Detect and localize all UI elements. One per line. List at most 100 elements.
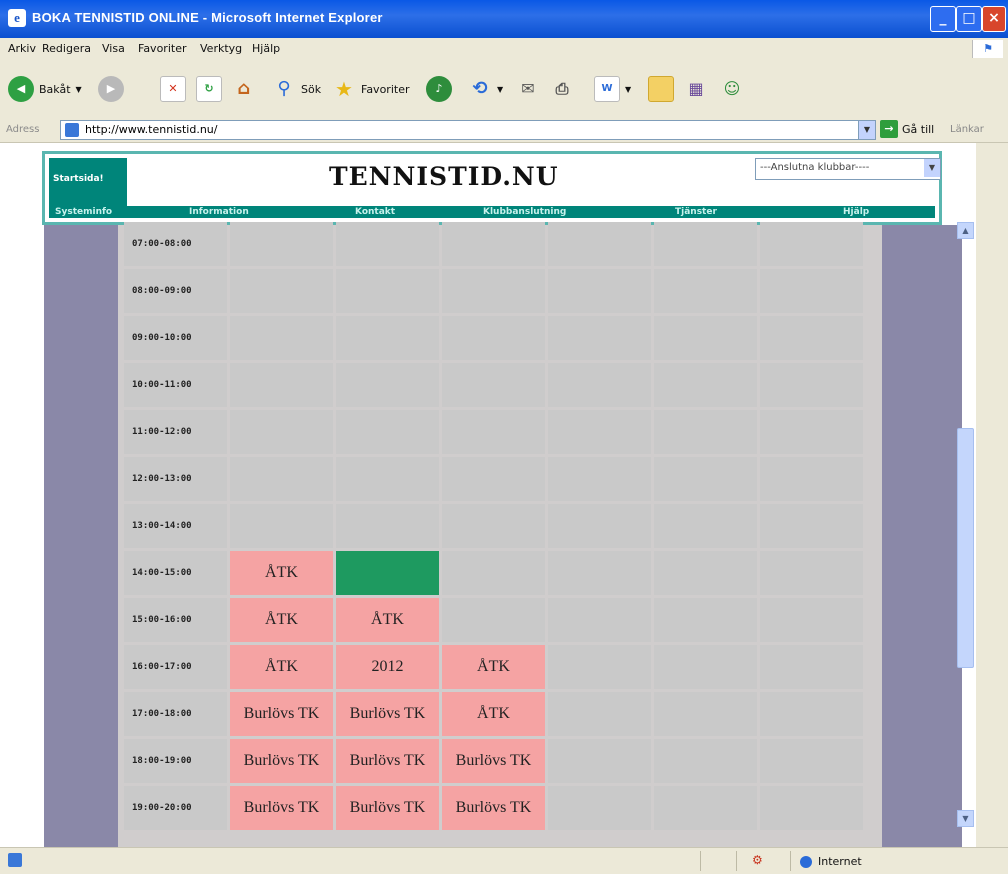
research-button[interactable]: ▦ xyxy=(684,72,708,106)
free-slot[interactable] xyxy=(654,457,757,501)
site-logo[interactable]: Startsida! xyxy=(49,158,127,206)
nav-klubbanslutning[interactable]: Klubbanslutning xyxy=(483,206,566,218)
booked-slot[interactable]: ÅTK xyxy=(442,645,545,689)
refresh-button[interactable]: ↻ xyxy=(196,72,222,106)
free-slot[interactable] xyxy=(230,222,333,266)
free-slot[interactable] xyxy=(548,504,651,548)
free-slot[interactable] xyxy=(442,363,545,407)
chevron-down-icon[interactable]: ▼ xyxy=(858,121,875,139)
free-slot[interactable] xyxy=(442,504,545,548)
scroll-up-button[interactable]: ▲ xyxy=(957,222,974,239)
history-button[interactable]: ⟲ ▼ xyxy=(468,72,503,106)
booked-slot[interactable]: Burlövs TK xyxy=(336,739,439,783)
free-slot[interactable] xyxy=(760,692,863,736)
selected-slot[interactable] xyxy=(336,551,439,595)
free-slot[interactable] xyxy=(442,457,545,501)
free-slot[interactable] xyxy=(336,457,439,501)
minimize-button[interactable]: _ xyxy=(930,6,956,32)
nav-kontakt[interactable]: Kontakt xyxy=(355,206,395,218)
forward-button[interactable]: ▶ xyxy=(98,72,124,106)
free-slot[interactable] xyxy=(548,457,651,501)
booked-slot[interactable]: Burlövs TK xyxy=(442,786,545,830)
free-slot[interactable] xyxy=(760,222,863,266)
free-slot[interactable] xyxy=(654,363,757,407)
free-slot[interactable] xyxy=(548,645,651,689)
maximize-button[interactable]: □ xyxy=(956,6,982,32)
free-slot[interactable] xyxy=(548,786,651,830)
free-slot[interactable] xyxy=(230,504,333,548)
free-slot[interactable] xyxy=(230,316,333,360)
booked-slot[interactable]: 2012 xyxy=(336,645,439,689)
free-slot[interactable] xyxy=(760,410,863,454)
free-slot[interactable] xyxy=(336,410,439,454)
links-button[interactable]: Länkar xyxy=(950,124,984,135)
free-slot[interactable] xyxy=(548,739,651,783)
free-slot[interactable] xyxy=(760,645,863,689)
booked-slot[interactable]: Burlövs TK xyxy=(336,692,439,736)
booked-slot[interactable]: Burlövs TK xyxy=(230,786,333,830)
nav-tjanster[interactable]: Tjänster xyxy=(675,206,717,218)
free-slot[interactable] xyxy=(230,363,333,407)
free-slot[interactable] xyxy=(442,598,545,642)
booked-slot[interactable]: Burlövs TK xyxy=(442,739,545,783)
free-slot[interactable] xyxy=(654,316,757,360)
free-slot[interactable] xyxy=(760,551,863,595)
media-button[interactable]: ♪ xyxy=(426,72,452,106)
free-slot[interactable] xyxy=(336,363,439,407)
booked-slot[interactable]: ÅTK xyxy=(336,598,439,642)
address-input[interactable]: http://www.tennistid.nu/ ▼ xyxy=(60,120,876,140)
stop-button[interactable]: ✕ xyxy=(160,72,186,106)
menu-tools[interactable]: Verktyg xyxy=(200,42,242,55)
free-slot[interactable] xyxy=(760,504,863,548)
free-slot[interactable] xyxy=(654,551,757,595)
free-slot[interactable] xyxy=(442,410,545,454)
free-slot[interactable] xyxy=(760,598,863,642)
free-slot[interactable] xyxy=(760,363,863,407)
booked-slot[interactable]: Burlövs TK xyxy=(230,692,333,736)
mail-button[interactable]: ✉ xyxy=(516,72,540,106)
free-slot[interactable] xyxy=(654,269,757,313)
nav-systeminfo[interactable]: Systeminfo xyxy=(55,206,112,218)
free-slot[interactable] xyxy=(336,269,439,313)
free-slot[interactable] xyxy=(760,316,863,360)
nav-hjalp[interactable]: Hjälp xyxy=(843,206,869,218)
nav-information[interactable]: Information xyxy=(189,206,249,218)
print-button[interactable]: ⎙ xyxy=(550,72,574,106)
free-slot[interactable] xyxy=(760,739,863,783)
free-slot[interactable] xyxy=(548,316,651,360)
free-slot[interactable] xyxy=(654,598,757,642)
free-slot[interactable] xyxy=(654,222,757,266)
free-slot[interactable] xyxy=(442,316,545,360)
booked-slot[interactable]: Burlövs TK xyxy=(230,739,333,783)
menu-view[interactable]: Visa xyxy=(102,42,125,55)
free-slot[interactable] xyxy=(230,457,333,501)
free-slot[interactable] xyxy=(548,269,651,313)
menu-help[interactable]: Hjälp xyxy=(252,42,280,55)
scroll-down-button[interactable]: ▼ xyxy=(957,810,974,827)
free-slot[interactable] xyxy=(336,504,439,548)
club-select[interactable]: ---Anslutna klubbar---- ▼ xyxy=(755,158,941,180)
booked-slot[interactable]: ÅTK xyxy=(230,645,333,689)
free-slot[interactable] xyxy=(654,739,757,783)
free-slot[interactable] xyxy=(230,269,333,313)
free-slot[interactable] xyxy=(548,410,651,454)
free-slot[interactable] xyxy=(760,786,863,830)
free-slot[interactable] xyxy=(760,457,863,501)
free-slot[interactable] xyxy=(442,222,545,266)
booked-slot[interactable]: Burlövs TK xyxy=(336,786,439,830)
search-button[interactable]: ⚲ Sök xyxy=(272,72,321,106)
favorites-button[interactable]: ★ Favoriter xyxy=(332,72,409,106)
free-slot[interactable] xyxy=(548,363,651,407)
menu-favorites[interactable]: Favoriter xyxy=(138,42,186,55)
go-button[interactable]: → Gå till xyxy=(880,120,934,138)
free-slot[interactable] xyxy=(654,692,757,736)
free-slot[interactable] xyxy=(548,222,651,266)
free-slot[interactable] xyxy=(548,598,651,642)
menu-edit[interactable]: Redigera xyxy=(42,42,91,55)
booked-slot[interactable]: ÅTK xyxy=(442,692,545,736)
popup-blocker-icon[interactable]: ⚙ xyxy=(752,853,763,867)
messenger-button[interactable]: ☺ xyxy=(720,72,744,106)
booked-slot[interactable]: ÅTK xyxy=(230,551,333,595)
scrollbar-thumb[interactable] xyxy=(957,428,974,668)
free-slot[interactable] xyxy=(548,551,651,595)
